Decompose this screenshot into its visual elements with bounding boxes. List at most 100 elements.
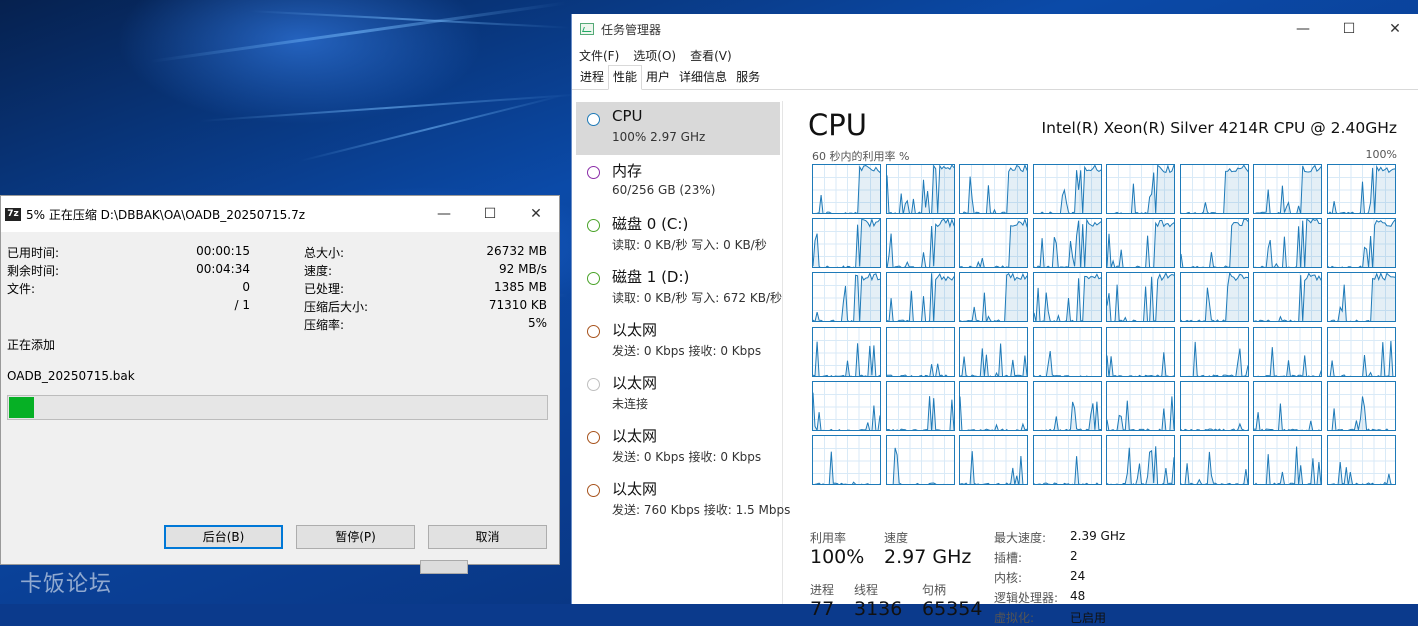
speed-value: 2.97 GHz bbox=[884, 546, 972, 568]
logical-processors-label: 逻辑处理器: bbox=[994, 591, 1059, 605]
processes-label: 进程 bbox=[810, 583, 835, 597]
ratio-label: 压缩率: bbox=[304, 318, 345, 332]
sidebar-item-ethernet-2[interactable]: 以太网 未连接 bbox=[576, 367, 780, 420]
logical-processor-graph bbox=[812, 218, 881, 269]
logical-processor-graph bbox=[1253, 164, 1322, 214]
tm-titlebar[interactable]: 任务管理器 — ☐ ✕ bbox=[572, 14, 1418, 44]
logical-processor-graph bbox=[885, 218, 955, 269]
logical-processor-graph bbox=[1326, 164, 1396, 214]
files-total-value: / 1 bbox=[234, 298, 251, 312]
tm-minimize-button[interactable]: — bbox=[1280, 14, 1326, 44]
sidebar-item-sub: 读取: 0 KB/秒 写入: 672 KB/秒 bbox=[612, 291, 782, 305]
sidebar-item-name: 以太网 bbox=[612, 374, 658, 392]
logical-processor-graph bbox=[1326, 218, 1396, 269]
remaining-time-label: 剩余时间: bbox=[7, 264, 60, 278]
sidebar-item-memory[interactable]: 内存 60/256 GB (23%) bbox=[576, 155, 780, 208]
tab-details[interactable]: 详细信息 bbox=[674, 65, 732, 89]
wallpaper-light-streak bbox=[149, 1, 567, 63]
sidebar-item-sub: 未连接 bbox=[612, 397, 649, 411]
speed-value: 92 MB/s bbox=[499, 262, 547, 276]
sidebar-item-ethernet-4[interactable]: 以太网 发送: 760 Kbps 接收: 1.5 Mbps bbox=[576, 473, 790, 526]
compressed-size-value: 71310 KB bbox=[488, 298, 547, 312]
sockets-value: 2 bbox=[1070, 549, 1078, 563]
logical-processor-graph bbox=[1032, 164, 1102, 214]
cancel-button[interactable]: 取消 bbox=[428, 525, 547, 549]
sidebar-item-ethernet-3[interactable]: 以太网 发送: 0 Kbps 接收: 0 Kbps bbox=[576, 420, 780, 473]
7zip-app-icon: 7z bbox=[5, 207, 21, 221]
logical-processor-graph bbox=[959, 435, 1028, 485]
tab-services[interactable]: 服务 bbox=[731, 65, 765, 89]
ethernet-indicator-icon bbox=[587, 484, 600, 497]
sidebar-item-disk-0[interactable]: 磁盘 0 (C:) 读取: 0 KB/秒 写入: 0 KB/秒 bbox=[576, 208, 780, 261]
pause-button[interactable]: 暂停(P) bbox=[296, 525, 415, 549]
logical-processor-graph bbox=[1179, 435, 1249, 485]
tab-processes[interactable]: 进程 bbox=[575, 65, 609, 89]
max-speed-value: 2.39 GHz bbox=[1070, 529, 1126, 543]
zip-maximize-button[interactable]: ☐ bbox=[467, 196, 513, 232]
zip-close-button[interactable]: ✕ bbox=[513, 196, 559, 232]
utilization-value: 100% bbox=[810, 546, 865, 568]
sidebar-item-name: 内存 bbox=[612, 162, 643, 180]
tab-performance[interactable]: 性能 bbox=[608, 65, 643, 90]
files-value: 0 bbox=[242, 280, 250, 294]
ratio-value: 5% bbox=[527, 316, 547, 330]
logical-processor-graph bbox=[1179, 272, 1249, 323]
logical-processor-graph bbox=[1179, 164, 1249, 214]
sidebar-item-name: CPU bbox=[612, 107, 643, 125]
task-manager-window: 任务管理器 — ☐ ✕ 文件(F) 选项(O) 查看(V) 进程 性能 用户 详… bbox=[571, 14, 1418, 625]
sidebar-item-sub: 60/256 GB (23%) bbox=[612, 183, 716, 197]
zip-minimize-button[interactable]: — bbox=[421, 196, 467, 232]
logical-processor-graph bbox=[1253, 218, 1322, 269]
handles-value: 65354 bbox=[922, 598, 983, 620]
utilization-label: 利用率 bbox=[810, 531, 847, 545]
logical-processor-graph bbox=[1106, 380, 1175, 431]
cpu-indicator-icon bbox=[587, 113, 600, 126]
sidebar-item-sub: 发送: 0 Kbps 接收: 0 Kbps bbox=[612, 450, 762, 464]
speed-label: 速度 bbox=[884, 531, 909, 545]
logical-processor-graph bbox=[1106, 326, 1175, 377]
background-button[interactable]: 后台(B) bbox=[164, 525, 283, 549]
total-size-label: 总大小: bbox=[304, 246, 345, 260]
logical-processor-graph bbox=[1032, 380, 1102, 431]
sidebar-item-name: 磁盘 1 (D:) bbox=[612, 268, 690, 286]
logical-processor-graph bbox=[812, 326, 881, 377]
sidebar-item-ethernet-1[interactable]: 以太网 发送: 0 Kbps 接收: 0 Kbps bbox=[576, 314, 780, 367]
elapsed-time-value: 00:00:15 bbox=[196, 244, 250, 258]
files-label: 文件: bbox=[7, 282, 36, 296]
logical-processor-graph bbox=[959, 272, 1028, 323]
task-manager-icon bbox=[580, 23, 594, 35]
sidebar-item-sub: 读取: 0 KB/秒 写入: 0 KB/秒 bbox=[612, 238, 767, 252]
logical-processor-graph bbox=[1106, 164, 1175, 214]
logical-processor-graph bbox=[959, 218, 1028, 269]
logical-processor-graph bbox=[1326, 326, 1396, 377]
tm-tabs: 进程 性能 用户 详细信息 服务 bbox=[572, 65, 1418, 90]
menu-options[interactable]: 选项(O) bbox=[633, 47, 676, 64]
logical-processor-graph bbox=[959, 380, 1028, 431]
logical-processor-graph bbox=[1106, 435, 1175, 485]
processes-value: 77 bbox=[810, 598, 835, 620]
remaining-time-value: 00:04:34 bbox=[196, 262, 250, 276]
logical-processor-graph bbox=[1326, 435, 1396, 485]
logical-processor-graph bbox=[1106, 272, 1175, 323]
menu-file[interactable]: 文件(F) bbox=[579, 47, 619, 64]
sockets-label: 插槽: bbox=[994, 551, 1023, 565]
logical-processor-graph bbox=[959, 326, 1028, 377]
sidebar-item-name: 以太网 bbox=[612, 427, 658, 445]
zip-titlebar[interactable]: 7z 5% 正在压缩 D:\DBBAK\OA\OADB_20250715.7z … bbox=[1, 196, 559, 232]
menu-view[interactable]: 查看(V) bbox=[690, 47, 732, 64]
tab-users[interactable]: 用户 bbox=[641, 65, 675, 89]
max-speed-label: 最大速度: bbox=[994, 531, 1047, 545]
logical-processor-graph bbox=[1253, 272, 1322, 323]
cores-label: 内核: bbox=[994, 571, 1023, 585]
threads-label: 线程 bbox=[854, 583, 879, 597]
sidebar-item-cpu[interactable]: CPU 100% 2.97 GHz bbox=[576, 102, 780, 155]
sidebar-item-disk-1[interactable]: 磁盘 1 (D:) 读取: 0 KB/秒 写入: 672 KB/秒 bbox=[576, 261, 782, 314]
disk-indicator-icon bbox=[587, 219, 600, 232]
zip-window-title: 5% 正在压缩 D:\DBBAK\OA\OADB_20250715.7z bbox=[26, 207, 306, 222]
tm-maximize-button[interactable]: ☐ bbox=[1326, 14, 1372, 44]
memory-indicator-icon bbox=[587, 166, 600, 179]
processed-value: 1385 MB bbox=[494, 280, 547, 294]
forum-watermark: 卡饭论坛 bbox=[20, 572, 113, 597]
sidebar-item-sub: 发送: 760 Kbps 接收: 1.5 Mbps bbox=[612, 503, 791, 517]
tm-close-button[interactable]: ✕ bbox=[1372, 14, 1418, 44]
